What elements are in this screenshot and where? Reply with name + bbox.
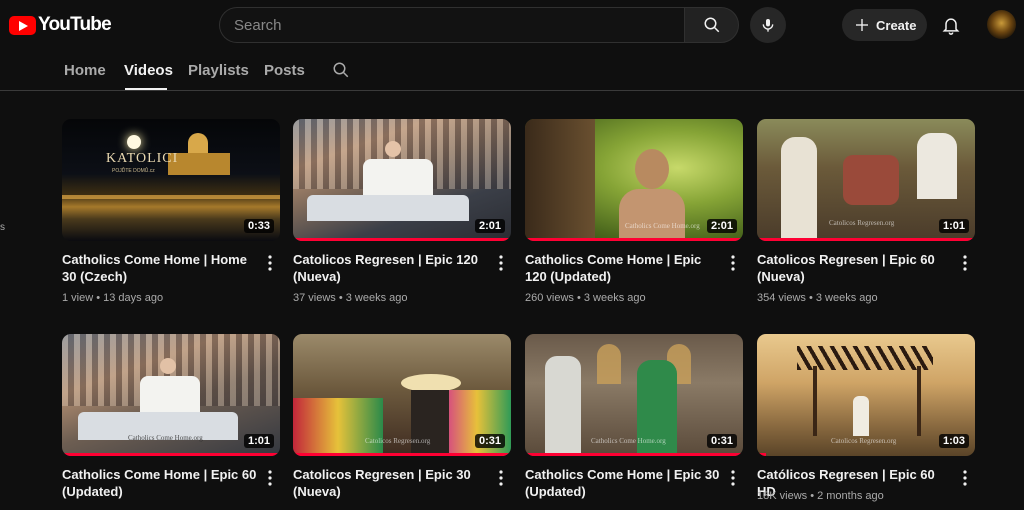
video-title[interactable]: Catholics Come Home | Home 30 (Czech) bbox=[62, 251, 257, 285]
dancer-suit bbox=[411, 390, 449, 456]
watch-progress bbox=[757, 453, 766, 456]
thumbnail-watermark: Catolicos Regresen.org bbox=[365, 437, 431, 445]
video-meta: 260 views • 3 weeks ago bbox=[525, 292, 646, 304]
video-meta: 354 views • 3 weeks ago bbox=[757, 292, 878, 304]
search-button[interactable] bbox=[684, 7, 739, 43]
video-duration: 0:31 bbox=[474, 434, 505, 448]
video-thumbnail[interactable]: 2:01 bbox=[293, 119, 511, 241]
child-body bbox=[619, 189, 685, 241]
figure-head bbox=[160, 358, 176, 374]
vehicle-shape bbox=[307, 195, 469, 221]
search-box bbox=[219, 7, 684, 43]
video-thumbnail[interactable]: Catholics Come Home.org 2:01 bbox=[525, 119, 743, 241]
man-shirt bbox=[545, 356, 581, 456]
youtube-logo[interactable]: YouTube bbox=[9, 14, 112, 36]
more-vert-icon[interactable] bbox=[731, 470, 735, 486]
more-vert-icon[interactable] bbox=[963, 255, 967, 271]
top-bar: YouTube Create bbox=[0, 0, 1024, 50]
video-duration: 1:03 bbox=[938, 434, 969, 448]
video-title[interactable]: Catolicos Regresen | Epic 30 (Nueva) bbox=[293, 466, 488, 500]
watch-progress bbox=[62, 453, 280, 456]
create-label: Create bbox=[876, 17, 917, 33]
plus-icon bbox=[856, 19, 868, 31]
moon-shape bbox=[127, 135, 141, 149]
tab-videos[interactable]: Videos bbox=[124, 62, 173, 79]
tab-posts[interactable]: Posts bbox=[264, 62, 305, 79]
video-title[interactable]: Catholics Come Home | Epic 30 (Updated) bbox=[525, 466, 720, 500]
tab-home[interactable]: Home bbox=[64, 62, 106, 79]
video-thumbnail[interactable]: KATOLICI POJĎTE DOMŮ.cz 0:33 bbox=[62, 119, 280, 241]
more-vert-icon[interactable] bbox=[499, 470, 503, 486]
video-thumbnail[interactable]: Catolicos Regresen.org 1:03 bbox=[757, 334, 975, 456]
more-vert-icon[interactable] bbox=[731, 255, 735, 271]
thumbnail-watermark: Catholics Come Home.org bbox=[591, 437, 666, 445]
video-title[interactable]: Catholics Come Home | Epic 60 (Updated) bbox=[62, 466, 257, 500]
search-icon bbox=[704, 17, 719, 33]
video-thumbnail[interactable]: Catolicos Regresen.org 1:01 bbox=[757, 119, 975, 241]
more-vert-icon[interactable] bbox=[963, 470, 967, 486]
video-meta: 37 views • 3 weeks ago bbox=[293, 292, 408, 304]
create-button[interactable]: Create bbox=[842, 9, 927, 41]
search-icon[interactable] bbox=[332, 61, 350, 79]
video-duration: 1:01 bbox=[243, 434, 274, 448]
bell-icon bbox=[942, 18, 960, 35]
figure-center bbox=[843, 155, 899, 205]
more-vert-icon[interactable] bbox=[268, 255, 272, 271]
video-thumbnail[interactable]: Catholics Come Home.org 1:01 bbox=[62, 334, 280, 456]
dome-shape bbox=[188, 133, 208, 155]
video-title[interactable]: Catolicos Regresen | Epic 60 (Nueva) bbox=[757, 251, 952, 285]
search-input[interactable] bbox=[220, 8, 684, 42]
thumbnail-watermark: Catolicos Regresen.org bbox=[829, 219, 895, 227]
figure-white bbox=[853, 396, 869, 436]
pergola-shape bbox=[797, 346, 933, 370]
pergola-post bbox=[813, 366, 817, 436]
video-meta: 1 view • 13 days ago bbox=[62, 292, 164, 304]
tab-playlists[interactable]: Playlists bbox=[188, 62, 249, 79]
video-title[interactable]: Catolicos Regresen | Epic 120 (Nueva) bbox=[293, 251, 488, 285]
more-vert-icon[interactable] bbox=[268, 470, 272, 486]
figure-head bbox=[385, 141, 401, 157]
voice-search-button[interactable] bbox=[750, 7, 786, 43]
video-thumbnail[interactable]: Catolicos Regresen.org 0:31 bbox=[293, 334, 511, 456]
video-duration: 2:01 bbox=[706, 219, 737, 233]
thumbnail-overlay-subtext: POJĎTE DOMŮ.cz bbox=[112, 168, 155, 174]
video-meta: 18K views • 2 months ago bbox=[757, 490, 884, 502]
figure-white-shirt bbox=[917, 133, 957, 199]
channel-tabs: Home Videos Playlists Posts bbox=[0, 50, 1024, 91]
pergola-post bbox=[917, 366, 921, 436]
bridge-lights bbox=[62, 195, 280, 199]
figure-robe bbox=[363, 159, 433, 195]
figure-robe bbox=[140, 376, 200, 412]
video-duration: 0:31 bbox=[706, 434, 737, 448]
mic-icon bbox=[762, 19, 774, 32]
avatar[interactable] bbox=[987, 10, 1016, 39]
person-silhouette bbox=[525, 119, 595, 241]
active-tab-indicator bbox=[125, 88, 167, 90]
scroll-edge-mark: s bbox=[0, 222, 5, 233]
watch-progress bbox=[525, 238, 743, 241]
watch-progress bbox=[525, 453, 743, 456]
watch-progress bbox=[293, 238, 511, 241]
notifications-button[interactable] bbox=[940, 13, 962, 37]
video-title[interactable]: Catholics Come Home | Epic 120 (Updated) bbox=[525, 251, 720, 285]
logo-text: YouTube bbox=[38, 14, 112, 35]
video-duration: 1:01 bbox=[938, 219, 969, 233]
more-vert-icon[interactable] bbox=[499, 255, 503, 271]
video-duration: 2:01 bbox=[474, 219, 505, 233]
stained-glass-window bbox=[597, 344, 621, 384]
watch-progress bbox=[757, 238, 975, 241]
youtube-play-icon bbox=[9, 15, 36, 35]
video-thumbnail[interactable]: Catholics Come Home.org 0:31 bbox=[525, 334, 743, 456]
thumbnail-watermark: Catholics Come Home.org bbox=[128, 434, 203, 442]
altar-server-robe bbox=[781, 137, 817, 241]
child-face bbox=[635, 149, 669, 189]
video-duration: 0:33 bbox=[243, 219, 274, 233]
thumbnail-overlay-text: KATOLICI bbox=[106, 151, 179, 166]
dress-colors-left bbox=[293, 398, 383, 456]
watch-progress bbox=[293, 453, 511, 456]
thumbnail-watermark: Catholics Come Home.org bbox=[625, 222, 700, 230]
thumbnail-watermark: Catolicos Regresen.org bbox=[831, 437, 897, 445]
